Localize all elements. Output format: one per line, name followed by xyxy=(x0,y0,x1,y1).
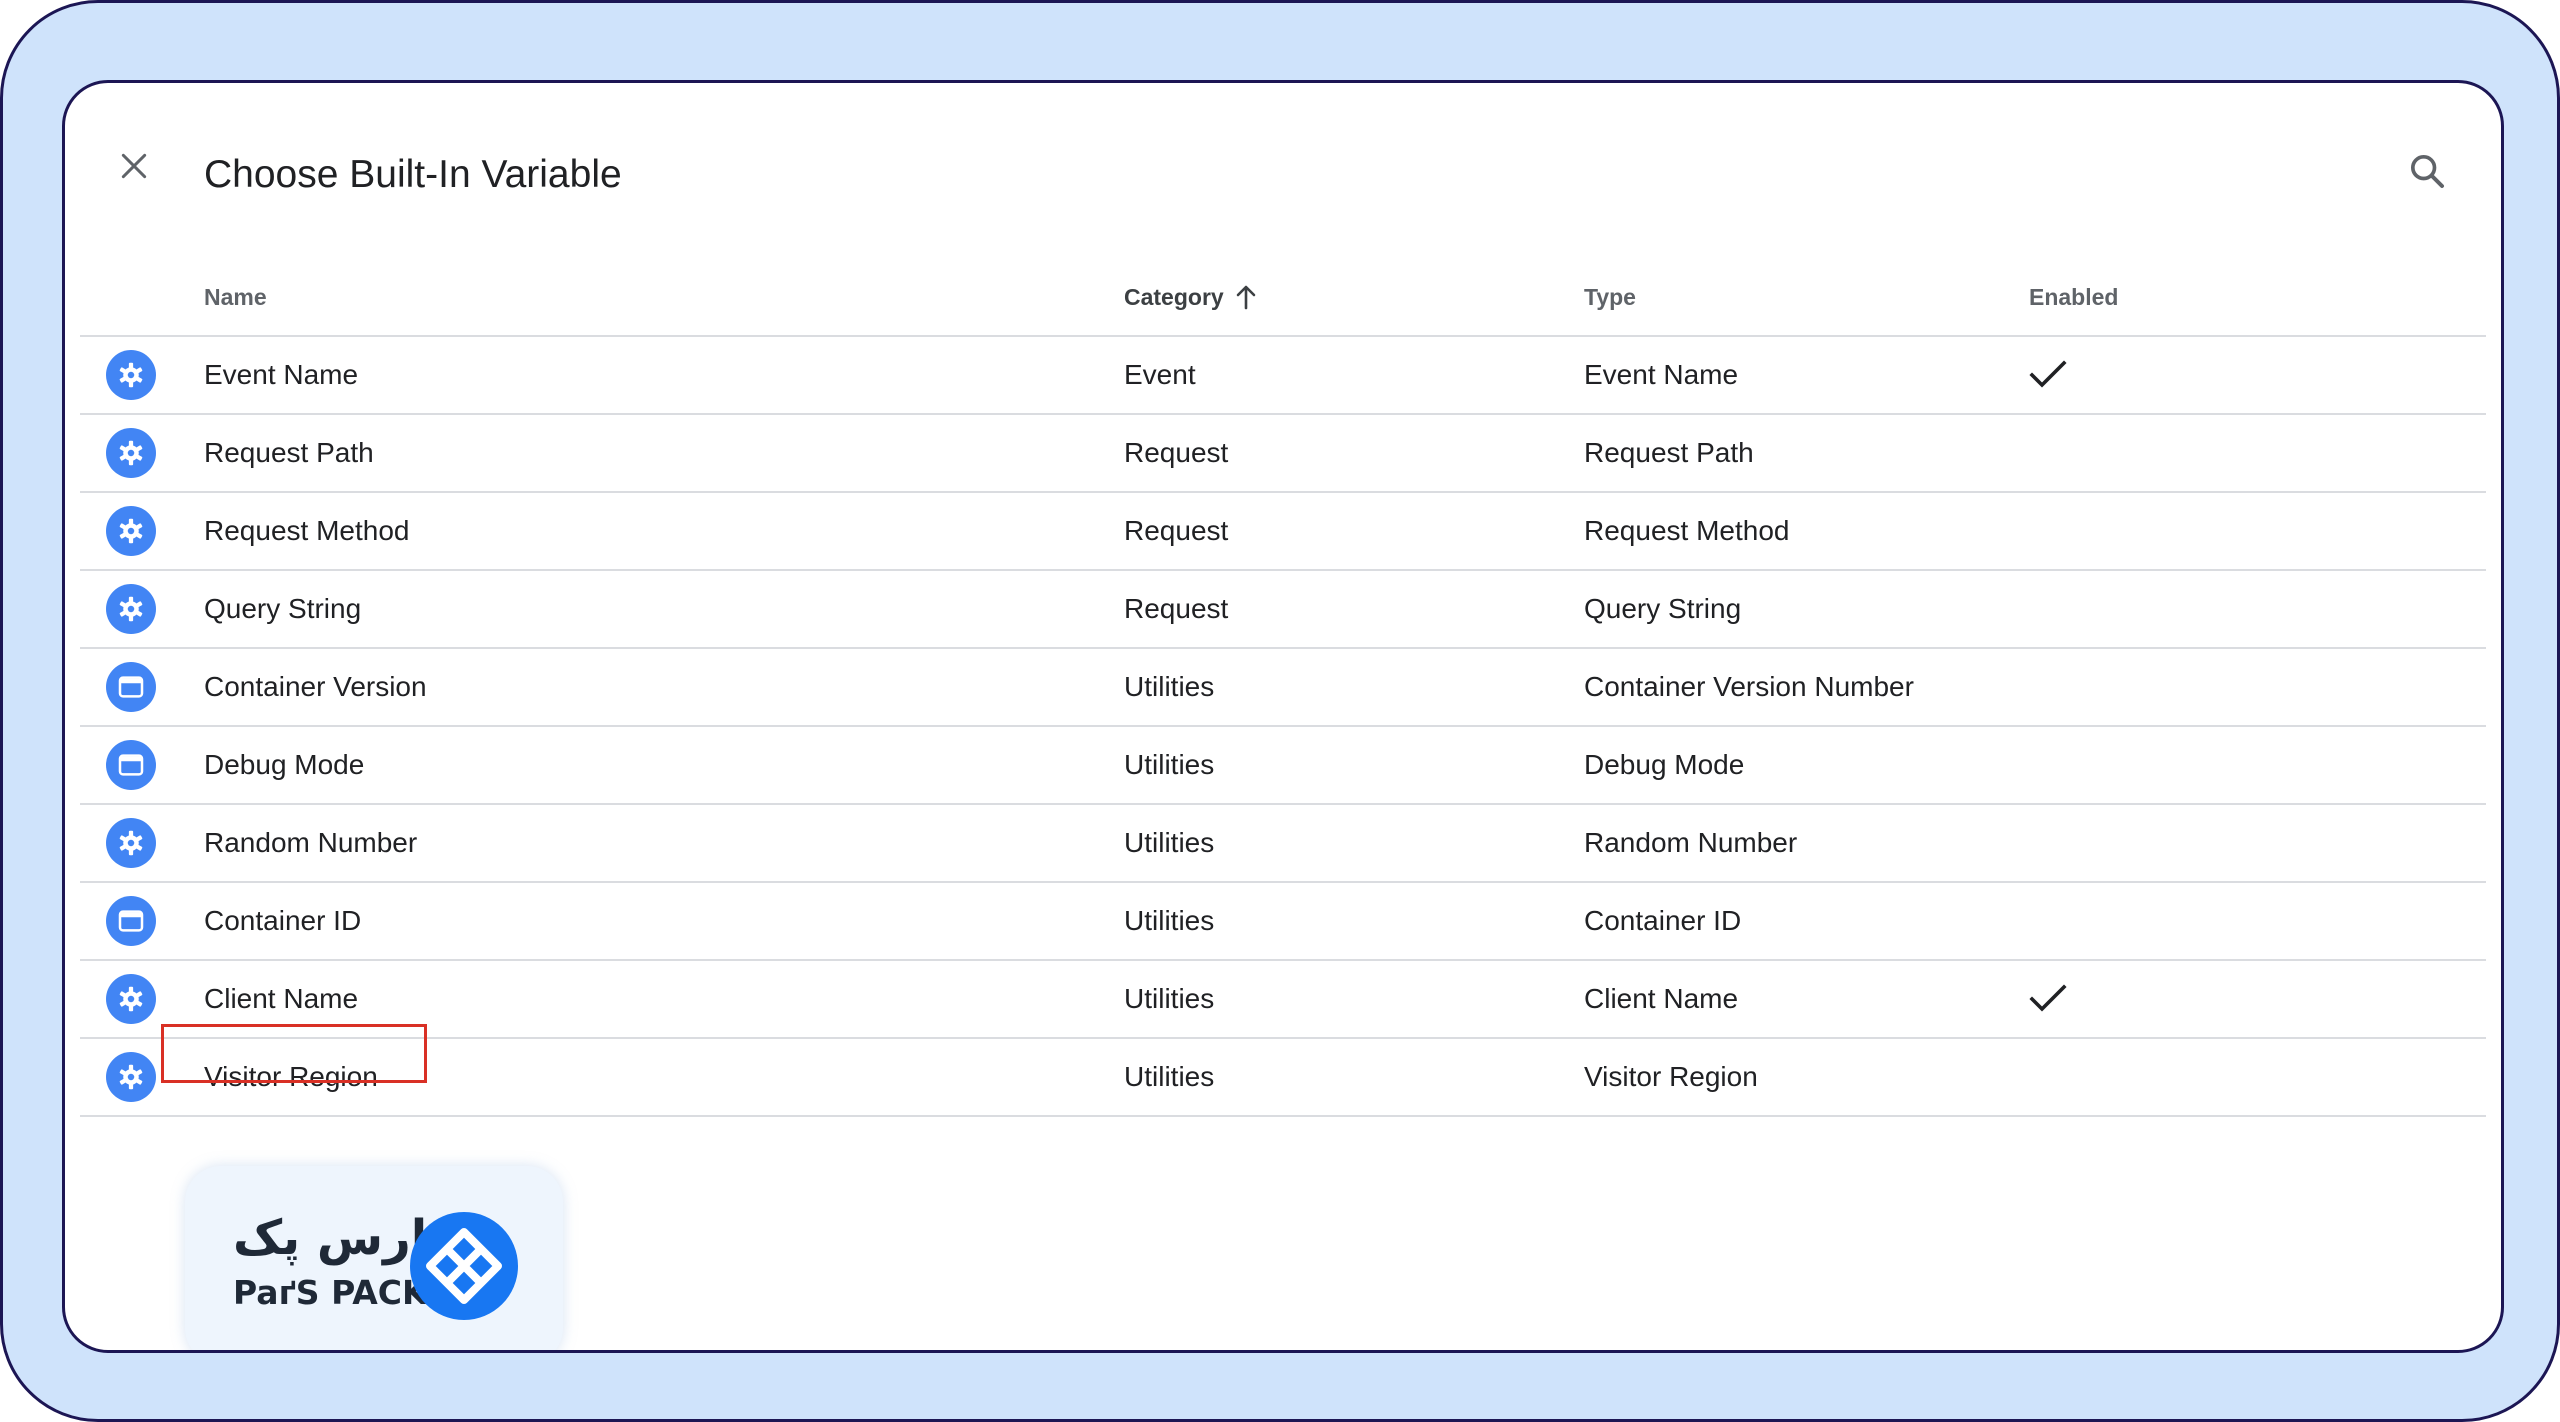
table-row[interactable]: Client Name Utilities Client Name xyxy=(80,961,2486,1039)
row-icon-cell xyxy=(106,727,156,803)
browser-window-icon xyxy=(118,910,144,932)
cell-category: Utilities xyxy=(1124,827,1215,858)
table-row[interactable]: Visitor Region Utilities Visitor Region xyxy=(80,1039,2486,1117)
table-row[interactable]: Query String Request Query String xyxy=(80,571,2486,649)
table-row[interactable]: Event Name Event Event Name xyxy=(80,337,2486,415)
table-row[interactable]: Random Number Utilities Random Number xyxy=(80,805,2486,883)
cell-category: Event xyxy=(1124,359,1196,390)
cell-category: Request xyxy=(1124,437,1229,468)
cell-category: Utilities xyxy=(1124,983,1215,1014)
browser-window-icon xyxy=(118,754,144,776)
dialog-card: Choose Built-In Variable Name Category T… xyxy=(62,80,2504,1353)
cell-type: Event Name xyxy=(1584,359,1739,390)
cell-type: Visitor Region xyxy=(1584,1061,1758,1092)
cell-category: Utilities xyxy=(1124,749,1215,780)
cell-type: Query String xyxy=(1584,593,1742,624)
column-header-category[interactable]: Category xyxy=(1124,259,1258,335)
cell-type: Container ID xyxy=(1584,905,1742,936)
sort-ascending-icon xyxy=(1236,285,1256,310)
row-icon-cell xyxy=(106,649,156,725)
browser-window-icon xyxy=(118,676,144,698)
row-icon-badge xyxy=(106,662,156,712)
cell-type: Random Number xyxy=(1584,827,1798,858)
cell-name: Container Version xyxy=(204,671,427,702)
search-icon xyxy=(2411,155,2444,188)
row-icon-cell xyxy=(106,337,156,413)
cell-enabled xyxy=(2029,337,2067,413)
row-icon-cell xyxy=(106,1039,156,1115)
cell-category: Request xyxy=(1124,593,1229,624)
gear-icon xyxy=(119,518,143,544)
column-header-type[interactable]: Type xyxy=(1584,259,1636,335)
cell-name: Random Number xyxy=(204,827,418,858)
row-icon-cell xyxy=(106,493,156,569)
row-icon-cell xyxy=(106,571,156,647)
cell-name: Request Method xyxy=(204,515,410,546)
column-header-name[interactable]: Name xyxy=(204,259,267,335)
cell-name: Query String xyxy=(204,593,362,624)
table-row[interactable]: Container ID Utilities Container ID xyxy=(80,883,2486,961)
table-header: Name Category Type Enabled xyxy=(80,259,2486,337)
cell-name: Event Name xyxy=(204,359,359,390)
cell-category: Request xyxy=(1124,515,1229,546)
cell-enabled xyxy=(2029,961,2067,1037)
row-icon-cell xyxy=(106,805,156,881)
gear-icon xyxy=(119,440,143,466)
gear-icon xyxy=(119,830,143,856)
cell-name: Request Path xyxy=(204,437,374,468)
check-icon xyxy=(2029,360,2067,388)
row-icon-badge xyxy=(106,428,156,478)
cell-category: Utilities xyxy=(1124,671,1215,702)
table-row[interactable]: Request Method Request Request Method xyxy=(80,493,2486,571)
variables-table: Name Category Type Enabled Event Name Eve… xyxy=(80,259,2486,1117)
close-icon xyxy=(121,153,147,179)
cell-name: Debug Mode xyxy=(204,749,365,780)
cell-category: Utilities xyxy=(1124,1061,1215,1092)
row-icon-badge xyxy=(106,350,156,400)
check-icon xyxy=(2029,984,2067,1012)
dialog-title: Choose Built-In Variable xyxy=(204,153,622,196)
column-header-enabled[interactable]: Enabled xyxy=(2029,259,2118,335)
table-row[interactable]: Debug Mode Utilities Debug Mode xyxy=(80,727,2486,805)
cell-type: Request Method xyxy=(1584,515,1790,546)
logo-text-english: PaґS PACK xyxy=(233,1273,428,1312)
cell-type: Request Path xyxy=(1584,437,1754,468)
table-row[interactable]: Container Version Utilities Container Vers… xyxy=(80,649,2486,727)
row-icon-cell xyxy=(106,415,156,491)
row-icon-badge xyxy=(106,506,156,556)
parspack-watermark: پارس پک PaґS PACK xyxy=(185,1166,563,1350)
gear-icon xyxy=(119,362,143,388)
search-button[interactable] xyxy=(2399,143,2455,199)
row-icon-badge xyxy=(106,896,156,946)
cell-name: Container ID xyxy=(204,905,362,936)
gear-icon xyxy=(119,986,143,1012)
cell-type: Debug Mode xyxy=(1584,749,1745,780)
table-row[interactable]: Request Path Request Request Path xyxy=(80,415,2486,493)
cell-category: Utilities xyxy=(1124,905,1215,936)
parspack-diamond-logo-icon xyxy=(410,1212,518,1320)
row-icon-cell xyxy=(106,961,156,1037)
cell-name: Client Name xyxy=(204,983,359,1014)
gear-icon xyxy=(119,596,143,622)
gear-icon xyxy=(119,1064,143,1090)
row-icon-badge xyxy=(106,584,156,634)
table-body: Event Name Event Event Name Request Path Req… xyxy=(80,337,2486,1117)
cell-type: Client Name xyxy=(1584,983,1739,1014)
cell-name: Visitor Region xyxy=(204,1061,378,1092)
close-button[interactable] xyxy=(107,139,161,193)
row-icon-badge xyxy=(106,974,156,1024)
row-icon-cell xyxy=(106,883,156,959)
row-icon-badge xyxy=(106,1052,156,1102)
cell-type: Container Version Number xyxy=(1584,671,1914,702)
outer-frame: Choose Built-In Variable Name Category T… xyxy=(0,0,2560,1422)
row-icon-badge xyxy=(106,740,156,790)
row-icon-badge xyxy=(106,818,156,868)
